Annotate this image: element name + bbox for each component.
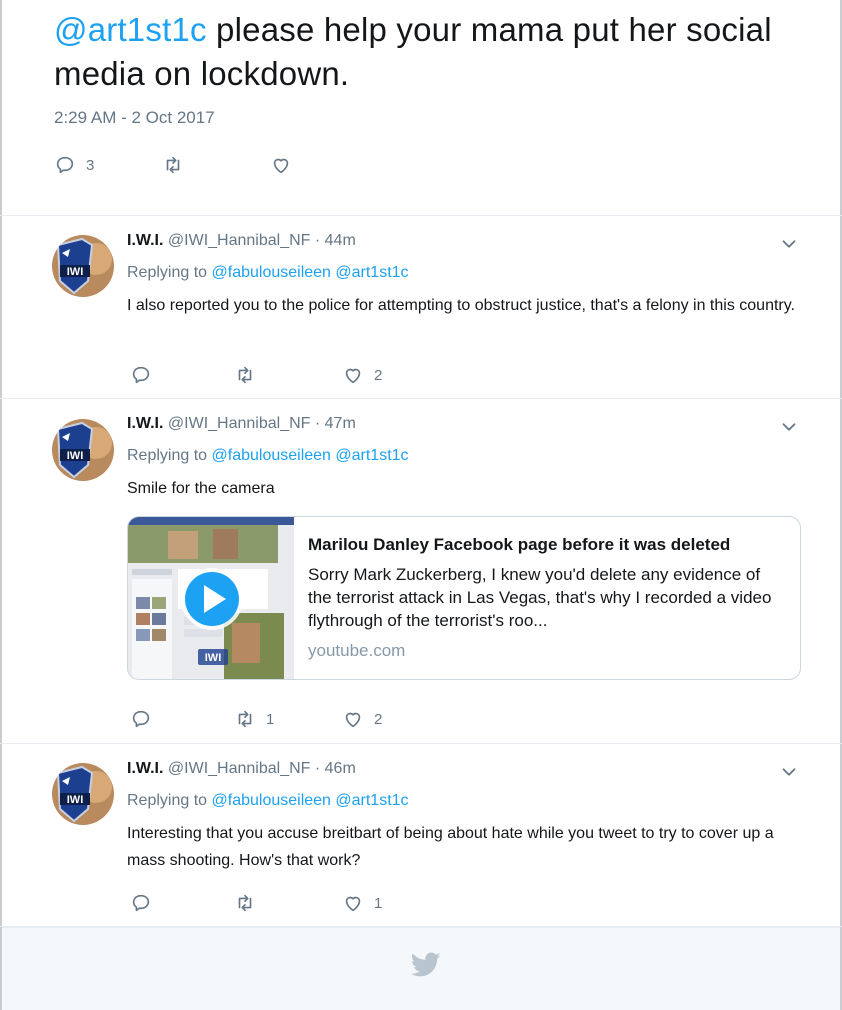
tweet-time[interactable]: · 46m bbox=[315, 760, 356, 777]
replying-prefix: Replying to bbox=[127, 792, 212, 809]
tweet-header: I.W.I. @IWI_Hannibal_NF · 47m bbox=[127, 415, 356, 433]
tweet-timestamp[interactable]: 2:29 AM - 2 Oct 2017 bbox=[54, 108, 215, 128]
link-card[interactable]: IWI Marilou Danley Facebook page before … bbox=[127, 516, 801, 680]
like-icon bbox=[345, 896, 361, 912]
twitter-bird-icon bbox=[411, 952, 441, 977]
tweet-actions: 1 2 bbox=[130, 704, 430, 734]
like-button[interactable]: 2 bbox=[342, 704, 382, 734]
card-thumbnail[interactable]: IWI bbox=[128, 517, 294, 679]
like-count: 2 bbox=[374, 710, 383, 728]
avatar[interactable]: IWI bbox=[52, 235, 114, 297]
reply-icon bbox=[132, 894, 150, 912]
tweet-header: I.W.I. @IWI_Hannibal_NF · 44m bbox=[127, 232, 356, 250]
reply-count: 3 bbox=[86, 156, 95, 174]
like-count: 2 bbox=[374, 366, 383, 384]
mention-link[interactable]: @art1st1c bbox=[335, 447, 408, 464]
reply-button[interactable] bbox=[130, 704, 152, 734]
tweet-header: I.W.I. @IWI_Hannibal_NF · 46m bbox=[127, 760, 356, 778]
card-domain: youtube.com bbox=[308, 641, 406, 660]
replying-to: Replying to @fabulouseileen @art1st1c bbox=[127, 264, 409, 282]
like-button[interactable] bbox=[270, 150, 292, 180]
replying-prefix: Replying to bbox=[127, 264, 212, 281]
like-button[interactable]: 1 bbox=[342, 888, 382, 918]
main-tweet: @art1st1c please help your mama put her … bbox=[0, 0, 842, 216]
reply-button[interactable]: 3 bbox=[54, 150, 94, 180]
avatar-text: IWI bbox=[67, 266, 84, 278]
retweet-count: 1 bbox=[266, 710, 275, 728]
reply-icon bbox=[56, 156, 74, 174]
reply-button[interactable] bbox=[130, 888, 152, 918]
mention-link[interactable]: @fabulouseileen bbox=[212, 792, 331, 809]
mention-link[interactable]: @fabulouseileen bbox=[212, 264, 331, 281]
replying-to: Replying to @fabulouseileen @art1st1c bbox=[127, 792, 409, 810]
like-icon bbox=[273, 158, 289, 174]
avatar-text: IWI bbox=[67, 450, 84, 462]
tweet-actions: 1 bbox=[130, 888, 430, 918]
video-thumbnail-image: IWI bbox=[128, 517, 294, 679]
display-name[interactable]: I.W.I. bbox=[127, 232, 163, 249]
avatar-image: IWI bbox=[52, 763, 114, 825]
display-name[interactable]: I.W.I. bbox=[127, 760, 163, 777]
tweet-text: Smile for the camera bbox=[127, 480, 275, 497]
user-handle[interactable]: @IWI_Hannibal_NF bbox=[168, 232, 311, 249]
reply-icon bbox=[132, 366, 150, 384]
mention-link[interactable]: @art1st1c bbox=[335, 792, 408, 809]
chevron-down-icon[interactable] bbox=[778, 416, 800, 438]
tweet-time[interactable]: · 47m bbox=[315, 415, 356, 432]
card-description: Sorry Mark Zuckerberg, I knew you'd dele… bbox=[308, 565, 772, 630]
user-handle[interactable]: @IWI_Hannibal_NF bbox=[168, 760, 311, 777]
replying-prefix: Replying to bbox=[127, 447, 212, 464]
retweet-button[interactable] bbox=[234, 360, 256, 390]
card-title[interactable]: Marilou Danley Facebook page before it w… bbox=[308, 535, 730, 555]
display-name[interactable]: I.W.I. bbox=[127, 415, 163, 432]
like-button[interactable]: 2 bbox=[342, 360, 382, 390]
main-tweet-text: @art1st1c please help your mama put her … bbox=[54, 8, 814, 96]
tweet-text: I also reported you to the police for at… bbox=[127, 297, 795, 314]
thread-footer bbox=[2, 927, 840, 1010]
retweet-icon bbox=[238, 366, 252, 384]
replying-to: Replying to @fabulouseileen @art1st1c bbox=[127, 447, 409, 465]
avatar[interactable]: IWI bbox=[52, 419, 114, 481]
reply-button[interactable] bbox=[130, 360, 152, 390]
thumbnail-watermark-text: IWI bbox=[205, 652, 222, 664]
reply-tweet[interactable]: IWI I.W.I. @IWI_Hannibal_NF · 44m Replyi… bbox=[0, 216, 842, 399]
reply-tweet[interactable]: IWI I.W.I. @IWI_Hannibal_NF · 47m Replyi… bbox=[0, 399, 842, 744]
user-handle[interactable]: @IWI_Hannibal_NF bbox=[168, 415, 311, 432]
tweet-text: Interesting that you accuse breitbart of… bbox=[127, 825, 774, 869]
retweet-button[interactable] bbox=[162, 150, 184, 180]
retweet-icon bbox=[238, 894, 252, 912]
retweet-icon bbox=[166, 156, 180, 174]
avatar[interactable]: IWI bbox=[52, 763, 114, 825]
mention-link[interactable]: @art1st1c bbox=[335, 264, 408, 281]
mention-link[interactable]: @art1st1c bbox=[54, 11, 207, 48]
retweet-button[interactable]: 1 bbox=[234, 704, 274, 734]
avatar-image: IWI bbox=[52, 235, 114, 297]
reply-tweet[interactable]: IWI I.W.I. @IWI_Hannibal_NF · 46m Replyi… bbox=[0, 744, 842, 927]
chevron-down-icon[interactable] bbox=[778, 233, 800, 255]
like-icon bbox=[345, 368, 361, 384]
avatar-text: IWI bbox=[67, 794, 84, 806]
like-icon bbox=[345, 712, 361, 728]
tweet-actions: 2 bbox=[130, 360, 430, 390]
chevron-down-icon[interactable] bbox=[778, 761, 800, 783]
reply-icon bbox=[132, 710, 150, 728]
avatar-image: IWI bbox=[52, 419, 114, 481]
mention-link[interactable]: @fabulouseileen bbox=[212, 447, 331, 464]
retweet-icon bbox=[238, 710, 252, 728]
tweet-time[interactable]: · 44m bbox=[315, 232, 356, 249]
like-count: 1 bbox=[374, 894, 383, 912]
retweet-button[interactable] bbox=[234, 888, 256, 918]
